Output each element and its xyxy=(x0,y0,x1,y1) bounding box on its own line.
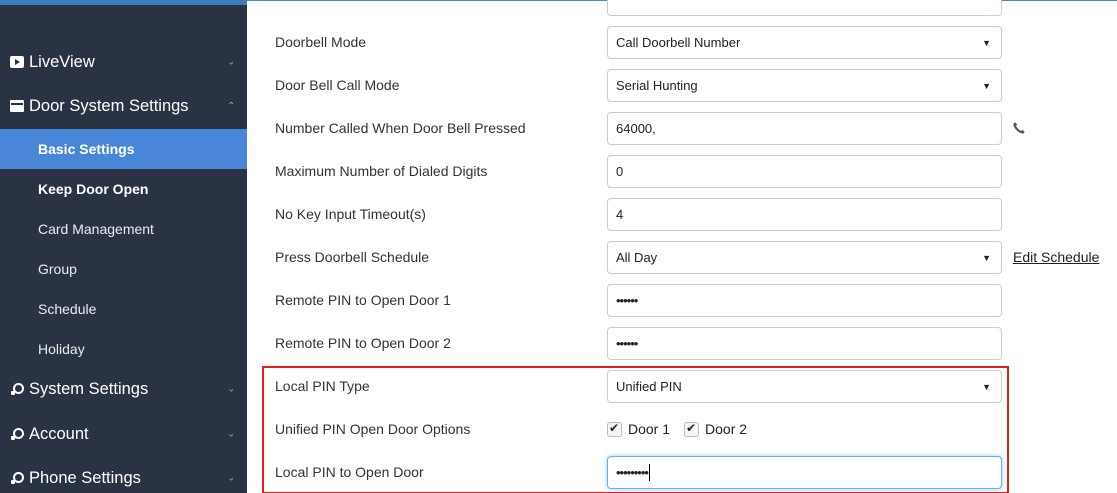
sidebar-item-label: Phone Settings xyxy=(29,468,141,487)
sidebar: LiveView ⌄ Door System Settings ⌃ Basic … xyxy=(0,0,247,493)
caret-down-icon: ▼ xyxy=(982,37,991,48)
highlight-box xyxy=(262,366,1009,493)
press-doorbell-schedule-label: Press Doorbell Schedule xyxy=(275,249,430,265)
input-value: 64000, xyxy=(616,121,656,136)
chevron-up-icon: ⌃ xyxy=(227,100,235,111)
partial-input-field[interactable] xyxy=(607,0,1002,16)
input-value: •••••• xyxy=(616,293,638,308)
phone-icon[interactable] xyxy=(1012,121,1026,135)
doorbell-mode-select[interactable]: Call Doorbell Number ▼ xyxy=(607,26,1002,59)
sidebar-sub-holiday[interactable]: Holiday xyxy=(0,329,247,369)
sidebar-sub-group[interactable]: Group xyxy=(0,249,247,289)
no-key-timeout-input[interactable]: 4 xyxy=(607,198,1002,231)
select-value: Serial Hunting xyxy=(616,78,698,93)
remote-pin-door2-label: Remote PIN to Open Door 2 xyxy=(275,335,451,351)
number-called-input[interactable]: 64000, xyxy=(607,112,1002,145)
input-value: •••••• xyxy=(616,336,638,351)
key-icon xyxy=(10,472,24,484)
chevron-down-icon: ⌄ xyxy=(227,383,235,394)
select-value: Call Doorbell Number xyxy=(616,35,741,50)
sidebar-item-label: Account xyxy=(29,424,89,443)
chevron-down-icon: ⌄ xyxy=(227,428,235,439)
sidebar-top-accent xyxy=(0,0,247,5)
sidebar-item-liveview[interactable]: LiveView ⌄ xyxy=(0,42,247,82)
select-value: All Day xyxy=(616,250,658,265)
sidebar-item-label: LiveView xyxy=(29,52,95,71)
sidebar-item-label: Door System Settings xyxy=(29,96,189,115)
chevron-down-icon: ⌄ xyxy=(227,56,235,67)
no-key-timeout-label: No Key Input Timeout(s) xyxy=(275,206,426,222)
remote-pin-door1-input[interactable]: •••••• xyxy=(607,284,1002,317)
sidebar-item-door-system-settings[interactable]: Door System Settings ⌃ xyxy=(0,86,247,126)
key-icon xyxy=(10,383,24,395)
caret-down-icon: ▼ xyxy=(982,80,991,91)
edit-schedule-link[interactable]: Edit Schedule xyxy=(1013,249,1099,265)
remote-pin-door2-input[interactable]: •••••• xyxy=(607,327,1002,360)
sidebar-item-phone-settings[interactable]: Phone Settings ⌄ xyxy=(0,458,247,493)
sidebar-sub-keep-door-open[interactable]: Keep Door Open xyxy=(0,169,247,209)
max-dialed-digits-label: Maximum Number of Dialed Digits xyxy=(275,163,488,179)
number-called-label: Number Called When Door Bell Pressed xyxy=(275,120,526,136)
key-icon xyxy=(10,428,24,440)
input-value: 0 xyxy=(616,164,624,179)
sidebar-sub-schedule[interactable]: Schedule xyxy=(0,289,247,329)
caret-down-icon: ▼ xyxy=(982,252,991,263)
sidebar-item-system-settings[interactable]: System Settings ⌄ xyxy=(0,369,247,409)
doorbell-mode-label: Doorbell Mode xyxy=(275,34,367,50)
door-bell-call-mode-select[interactable]: Serial Hunting ▼ xyxy=(607,69,1002,102)
sidebar-sub-basic-settings[interactable]: Basic Settings xyxy=(0,129,247,169)
card-icon xyxy=(10,100,24,112)
sidebar-item-account[interactable]: Account ⌄ xyxy=(0,414,247,454)
chevron-down-icon: ⌄ xyxy=(227,472,235,483)
press-doorbell-schedule-select[interactable]: All Day ▼ xyxy=(607,241,1002,274)
max-dialed-digits-input[interactable]: 0 xyxy=(607,155,1002,188)
sidebar-sub-card-management[interactable]: Card Management xyxy=(0,209,247,249)
remote-pin-door1-label: Remote PIN to Open Door 1 xyxy=(275,292,451,308)
sidebar-item-label: System Settings xyxy=(29,379,149,398)
door-bell-call-mode-label: Door Bell Call Mode xyxy=(275,77,400,93)
video-icon xyxy=(10,56,24,68)
input-value: 4 xyxy=(616,207,624,222)
